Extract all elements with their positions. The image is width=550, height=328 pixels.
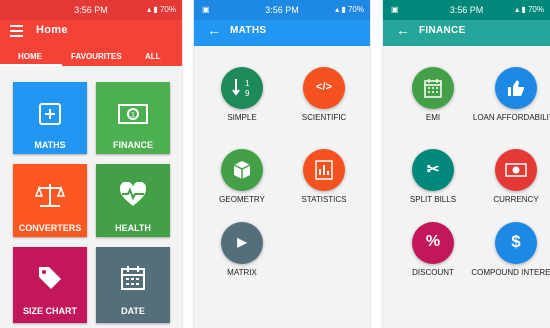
simple-button[interactable]: 19 [221, 67, 263, 109]
tile-maths[interactable]: MATHS [13, 82, 87, 154]
loan-affordability-button[interactable] [495, 67, 537, 109]
page-title: FINANCE [419, 25, 466, 36]
tile-health[interactable]: HEALTH [96, 164, 170, 237]
calendar-icon [424, 79, 442, 98]
loan-affordability-label: LOAN AFFORDABILITY [472, 113, 550, 122]
status-bar: ▣ 3:56 PM ▴ ▮ 70% [194, 0, 370, 20]
tile-label: MATHS [34, 140, 66, 150]
tab-favourites[interactable]: FAVOURITES [71, 52, 122, 61]
back-arrow-icon[interactable]: ← [396, 22, 410, 38]
page-title: MATHS [230, 25, 267, 36]
geometry-label: GEOMETRY [219, 195, 265, 204]
thumbs-up-icon [508, 80, 524, 96]
tile-size-chart[interactable]: SIZE CHART [13, 247, 87, 323]
cube-icon [233, 161, 251, 179]
currency-label: CURRENCY [493, 195, 539, 204]
tile-label: SIZE CHART [23, 306, 77, 316]
statistics-button[interactable] [303, 149, 345, 191]
matrix-label: MATRIX [227, 268, 257, 277]
plus-box-icon [39, 103, 61, 125]
tile-label: FINANCE [113, 140, 153, 150]
status-bar: ▣ 3:56 PM ▴ ▮ 70% [383, 0, 550, 20]
finance-screen: ▣ 3:56 PM ▴ ▮ 70% ← FINANCE EMI LOAN AFF… [383, 0, 550, 328]
scales-icon [35, 184, 65, 207]
emi-label: EMI [425, 113, 441, 122]
app-bar: Home [0, 20, 182, 44]
calendar-icon [121, 266, 145, 290]
geometry-button[interactable] [221, 149, 263, 191]
tile-label: DATE [121, 306, 145, 316]
play-icon: ▶ [237, 235, 247, 249]
battery-indicator: ▴ ▮ 70% [335, 5, 364, 14]
tile-finance[interactable]: 1 FINANCE [96, 82, 170, 154]
tile-date[interactable]: DATE [96, 247, 170, 323]
simple-icon: 19 [232, 79, 250, 98]
bar-chart-icon [315, 160, 333, 180]
svg-text:1: 1 [245, 79, 250, 88]
tile-label: HEALTH [115, 223, 151, 233]
svg-text:9: 9 [245, 89, 250, 98]
app-bar: ← MATHS [194, 20, 370, 46]
tile-converters[interactable]: CONVERTERS [13, 164, 87, 237]
menu-icon[interactable] [10, 25, 23, 40]
page-title: Home [36, 24, 68, 36]
tab-all[interactable]: ALL [145, 52, 161, 61]
tile-label: CONVERTERS [18, 223, 82, 233]
svg-text:1: 1 [131, 112, 135, 119]
money-icon [505, 163, 527, 177]
simple-label: SIMPLE [227, 113, 257, 122]
home-screen: 3:56 PM ▴ ▮ 70% Home HOME FAVOURITES ALL… [0, 0, 182, 328]
emi-button[interactable] [412, 67, 454, 109]
heart-pulse-icon [119, 182, 147, 206]
compound-interest-label: COMPOUND INTEREST [471, 268, 550, 277]
scientific-label: SCIENTIFIC [301, 113, 347, 122]
tag-icon [39, 267, 61, 289]
code-icon: </> [316, 81, 332, 93]
discount-button[interactable]: % [412, 222, 454, 264]
back-arrow-icon[interactable]: ← [207, 22, 221, 38]
percent-icon: % [425, 233, 441, 250]
battery-indicator: ▴ ▮ 70% [515, 5, 544, 14]
tab-indicator [0, 64, 62, 66]
dollar-icon: $ [511, 232, 521, 251]
status-bar: 3:56 PM ▴ ▮ 70% [0, 0, 182, 20]
compound-interest-button[interactable]: $ [495, 222, 537, 264]
currency-button[interactable] [495, 149, 537, 191]
statistics-label: STATISTICS [301, 195, 347, 204]
scientific-button[interactable]: </> [303, 67, 345, 109]
tab-home[interactable]: HOME [18, 52, 42, 61]
maths-screen: ▣ 3:56 PM ▴ ▮ 70% ← MATHS 19 SIMPLE </> … [194, 0, 370, 328]
money-icon: 1 [118, 104, 148, 124]
battery-indicator: ▴ ▮ 70% [147, 5, 176, 14]
split-bills-label: SPLIT BILLS [409, 195, 457, 204]
app-bar: ← FINANCE [383, 20, 550, 46]
tab-bar: HOME FAVOURITES ALL [0, 44, 182, 66]
split-bills-button[interactable]: ✂ [412, 149, 454, 191]
matrix-button[interactable]: ▶ [221, 222, 263, 264]
discount-label: DISCOUNT [412, 268, 454, 277]
scissors-icon: ✂ [426, 161, 440, 178]
